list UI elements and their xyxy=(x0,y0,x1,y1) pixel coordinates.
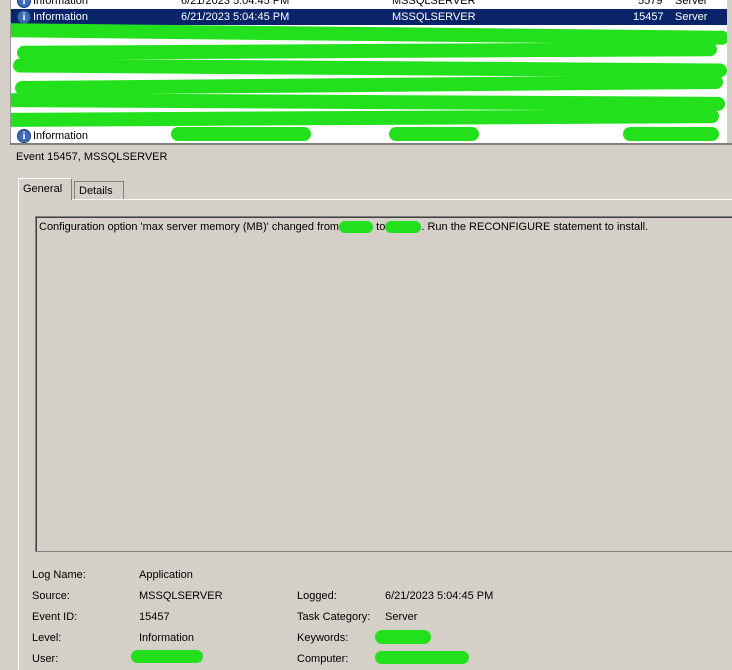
event-date: 6/21/2023 5:04:45 PM xyxy=(181,11,290,23)
logged-value: 6/21/2023 5:04:45 PM xyxy=(385,590,494,602)
redaction-mark xyxy=(16,42,718,60)
event-level: Information xyxy=(33,130,89,142)
log-name-value: Application xyxy=(139,569,193,581)
redaction-mark xyxy=(11,109,720,127)
redaction-mark xyxy=(389,127,479,141)
event-level: Information xyxy=(33,0,89,7)
task-category-value: Server xyxy=(385,611,418,623)
event-category: Server xyxy=(675,11,708,23)
event-id-value: 15457 xyxy=(139,611,170,623)
level-value: Information xyxy=(139,632,195,644)
general-tab-panel: Configuration option 'max server memory … xyxy=(18,199,732,670)
computer-label: Computer: xyxy=(297,653,349,665)
event-id-label: Event ID: xyxy=(32,611,78,623)
log-name-label: Log Name: xyxy=(32,569,86,581)
event-date: 6/21/2023 5:04:45 PM xyxy=(181,0,290,7)
redaction-mark xyxy=(385,221,422,234)
level-label: Level: xyxy=(32,632,62,644)
logged-label: Logged: xyxy=(297,590,337,602)
source-label: Source: xyxy=(32,590,70,602)
event-level: Information xyxy=(33,11,89,23)
redaction-mark xyxy=(171,127,311,141)
task-category-label: Task Category: xyxy=(297,611,371,623)
event-id: 5579 xyxy=(638,0,663,7)
redaction-mark xyxy=(12,58,727,78)
tab-details[interactable]: Details xyxy=(74,181,124,200)
info-icon: i xyxy=(17,10,31,24)
redaction-mark xyxy=(14,74,724,96)
event-detail-pane: Event 15457, MSSQLSERVER General Details… xyxy=(10,143,732,670)
event-category: Server xyxy=(675,0,708,7)
event-source: MSSQLSERVER xyxy=(392,0,476,7)
redaction-mark xyxy=(11,23,727,45)
event-id: 15457 xyxy=(633,11,664,23)
event-list[interactable]: i Information 6/21/2023 5:04:45 PM MSSQL… xyxy=(10,0,727,143)
redaction-mark xyxy=(131,650,203,663)
info-icon: i xyxy=(17,0,31,8)
redaction-mark xyxy=(11,93,726,111)
event-source: MSSQLSERVER xyxy=(392,11,476,23)
source-value: MSSQLSERVER xyxy=(139,590,223,602)
info-icon: i xyxy=(17,129,31,143)
event-row[interactable]: i Information 6/21/2023 5:04:45 PM MSSQL… xyxy=(11,0,727,9)
event-message-box[interactable]: Configuration option 'max server memory … xyxy=(35,216,732,552)
tab-general[interactable]: General xyxy=(18,178,72,200)
user-label: User: xyxy=(32,653,59,665)
keywords-label: Keywords: xyxy=(297,632,349,644)
event-row-selected[interactable]: i Information 6/21/2023 5:04:45 PM MSSQL… xyxy=(11,9,727,25)
redaction-mark xyxy=(375,630,431,644)
redaction-mark xyxy=(623,127,719,141)
redaction-mark xyxy=(339,221,374,234)
event-row[interactable]: i Information xyxy=(11,128,727,143)
detail-title: Event 15457, MSSQLSERVER xyxy=(16,151,168,163)
redaction-mark xyxy=(375,651,469,664)
event-message: Configuration option 'max server memory … xyxy=(39,221,649,234)
